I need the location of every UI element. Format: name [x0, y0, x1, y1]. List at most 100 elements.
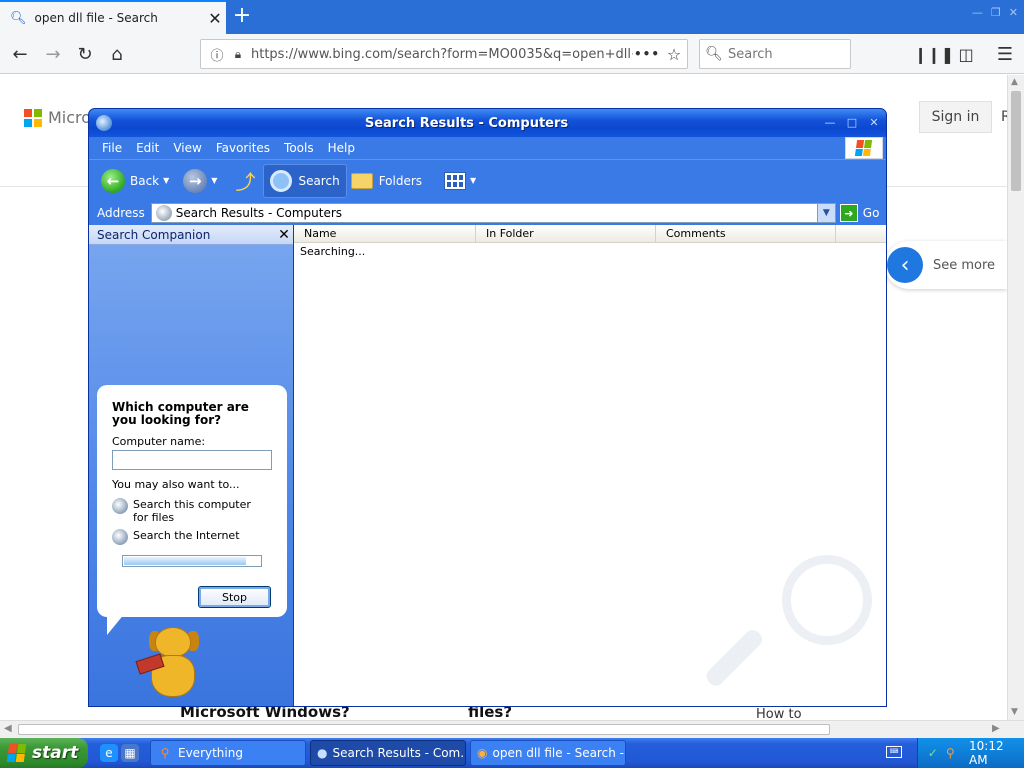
forward-button[interactable]: → ▼	[179, 164, 227, 198]
page-actions-button[interactable]: •••	[633, 47, 661, 61]
computer-name-input[interactable]	[112, 450, 272, 470]
search-companion-pane: Search Companion ✕ Which computer are yo…	[89, 225, 293, 706]
column-name[interactable]: Name	[294, 225, 476, 243]
address-field[interactable]: Search Results - Computers ▼	[150, 203, 836, 223]
start-button[interactable]: start	[0, 738, 88, 768]
menu-icon[interactable]: ☰	[991, 40, 1019, 68]
bookmark-star-icon[interactable]: ☆	[661, 45, 687, 64]
menu-bar: File Edit View Favorites Tools Help	[89, 137, 886, 159]
chevron-down-icon[interactable]: ▼	[163, 176, 169, 185]
companion-bubble: Which computer are you looking for? Comp…	[97, 385, 287, 617]
scroll-down-icon[interactable]: ▼	[1011, 707, 1018, 717]
browser-search-box[interactable]: 🔍︎	[699, 39, 851, 69]
scroll-right-icon[interactable]: ▶	[992, 723, 1000, 734]
search-computer-link[interactable]: Search this computer for files	[112, 498, 263, 524]
column-in-folder[interactable]: In Folder	[476, 225, 656, 243]
task-everything[interactable]: ⚲ Everything	[150, 740, 306, 766]
browser-navbar: ← → ↻ ⌂ ⓘ 🔒︎ https://www.bing.com/search…	[0, 34, 1024, 74]
network-icon[interactable]: ✓	[926, 746, 940, 760]
keyboard-icon[interactable]: ⌨	[886, 746, 902, 758]
minimize-icon[interactable]: —	[972, 6, 983, 19]
scroll-left-icon[interactable]: ◀	[4, 723, 12, 734]
search-icon[interactable]: ⚲	[944, 746, 958, 760]
address-value[interactable]: Search Results - Computers	[176, 206, 817, 220]
system-tray: ✓ ⚲ 10:12 AM	[917, 738, 1024, 768]
back-arrow-icon: ←	[101, 168, 125, 193]
minimize-icon[interactable]: —	[822, 115, 838, 131]
folder-icon	[350, 172, 373, 189]
forward-arrow-icon[interactable]: →	[39, 40, 67, 68]
back-button[interactable]: ← Back ▼	[97, 164, 179, 198]
chevron-down-icon[interactable]: ▼	[211, 176, 217, 185]
info-icon[interactable]: ⓘ	[205, 45, 229, 64]
menu-favorites[interactable]: Favorites	[209, 141, 277, 155]
home-icon[interactable]: ⌂	[103, 40, 131, 68]
search-dog-icon[interactable]	[135, 627, 207, 701]
search-icon	[270, 169, 293, 192]
menu-help[interactable]: Help	[321, 141, 362, 155]
results-list[interactable]: Name In Folder Comments Searching...	[294, 225, 886, 706]
back-label: Back	[130, 173, 160, 188]
sidebar-icon[interactable]: ◫	[952, 40, 980, 68]
close-icon[interactable]: ✕	[866, 115, 882, 131]
search-results-window: Search Results - Computers — □ ✕ File Ed…	[88, 108, 887, 707]
horizontal-scrollbar[interactable]: ◀ ▶	[0, 720, 1024, 738]
menu-tools[interactable]: Tools	[277, 141, 321, 155]
task-firefox[interactable]: ◉ open dll file - Search -...	[470, 740, 626, 766]
search-internet-icon	[112, 529, 128, 545]
folder-up-icon[interactable]: ⤴	[233, 169, 257, 194]
library-icon[interactable]: ❙❙❚	[914, 40, 954, 68]
url-text[interactable]: https://www.bing.com/search?form=MO0035&…	[247, 47, 633, 62]
vertical-scrollbar[interactable]: ▲ ▼	[1007, 75, 1024, 720]
windows-flag-icon	[6, 744, 28, 762]
companion-question: Which computer are you looking for?	[112, 400, 249, 427]
also-want-text: You may also want to...	[112, 478, 240, 491]
folders-label: Folders	[378, 173, 423, 188]
search-icon: 🔍︎	[705, 46, 723, 62]
magnifier-lens	[782, 555, 872, 645]
back-arrow-icon[interactable]: ←	[6, 40, 34, 68]
windows-logo	[845, 137, 883, 159]
close-icon[interactable]: ✕	[1009, 6, 1018, 19]
clock[interactable]: 10:12 AM	[969, 739, 1024, 767]
maximize-icon[interactable]: □	[844, 115, 860, 131]
chevron-down-icon[interactable]: ▼	[816, 204, 835, 222]
search-icon: 🔍︎	[10, 10, 27, 26]
internet-explorer-icon[interactable]: e	[100, 744, 118, 762]
tab-title: open dll file - Search	[34, 11, 158, 25]
bubble-tail	[107, 613, 125, 635]
see-more-label: See more	[933, 257, 996, 273]
tab-close-button[interactable]: ✕	[204, 9, 226, 28]
menu-view[interactable]: View	[166, 141, 208, 155]
toolbar: ← Back ▼ → ▼ ⤴ Search Folders ▼	[89, 159, 886, 201]
column-comments[interactable]: Comments	[656, 225, 836, 243]
browser-search-input[interactable]	[728, 46, 838, 62]
menu-edit[interactable]: Edit	[129, 141, 166, 155]
chevron-down-icon[interactable]: ▼	[470, 176, 476, 185]
browser-tab-strip: 🔍︎ open dll file - Search ✕ + — ❐ ✕	[0, 0, 1024, 34]
task-search-results[interactable]: ● Search Results - Com...	[310, 740, 466, 766]
reload-icon[interactable]: ↻	[71, 40, 99, 68]
go-button[interactable]: ➜ Go	[839, 204, 879, 222]
stop-button[interactable]: Stop	[198, 586, 271, 608]
url-bar[interactable]: ⓘ 🔒︎ https://www.bing.com/search?form=MO…	[200, 39, 688, 69]
close-icon[interactable]: ✕	[275, 227, 293, 243]
views-button[interactable]: ▼	[440, 164, 486, 198]
browser-tab[interactable]: 🔍︎ open dll file - Search ✕	[0, 0, 226, 34]
chevron-left-icon: ‹	[887, 247, 923, 283]
restore-icon[interactable]: ❐	[991, 6, 1001, 19]
menu-file[interactable]: File	[95, 141, 129, 155]
folders-button[interactable]: Folders	[347, 164, 426, 198]
scroll-thumb[interactable]	[18, 724, 830, 735]
search-internet-link[interactable]: Search the Internet	[112, 529, 263, 545]
sign-in-button[interactable]: Sign in	[919, 101, 992, 133]
scroll-up-icon[interactable]: ▲	[1011, 77, 1018, 87]
new-tab-button[interactable]: +	[230, 3, 254, 29]
start-label: start	[32, 743, 79, 763]
search-button[interactable]: Search	[263, 163, 347, 198]
scroll-thumb[interactable]	[1011, 91, 1021, 191]
see-more-button[interactable]: ‹ See more	[885, 241, 1007, 289]
window-titlebar[interactable]: Search Results - Computers — □ ✕	[89, 109, 886, 137]
show-desktop-icon[interactable]: ▦	[121, 744, 139, 762]
search-results-icon	[155, 205, 172, 221]
